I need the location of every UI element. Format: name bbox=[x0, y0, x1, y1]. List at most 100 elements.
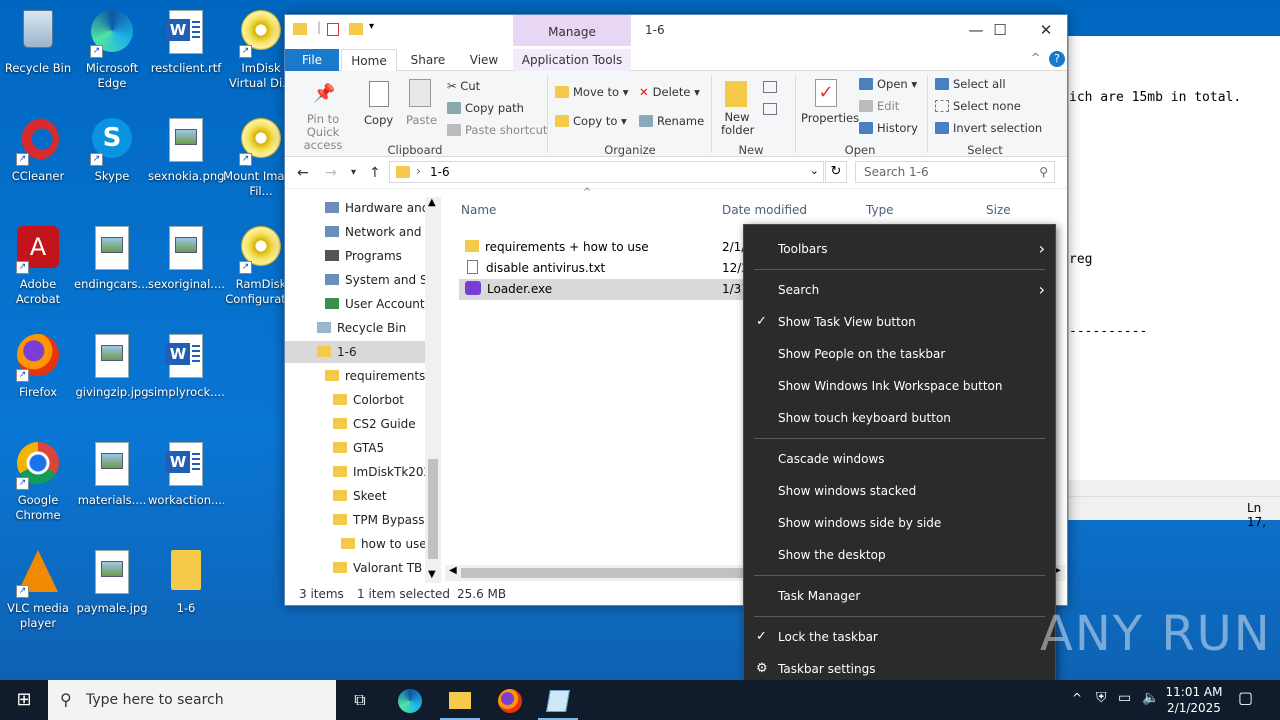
desktop-icon-materials[interactable]: materials.... bbox=[74, 436, 150, 508]
menu-item-show-windows-stacked[interactable]: Show windows stacked bbox=[744, 476, 1055, 506]
desktop-icon-ccleaner[interactable]: ↗ CCleaner bbox=[0, 112, 76, 184]
scroll-down-icon[interactable]: ▼ bbox=[428, 569, 436, 580]
invert-selection-button[interactable]: Invert selection bbox=[935, 121, 1042, 135]
collapse-ribbon-icon[interactable]: ^ bbox=[1031, 51, 1040, 64]
nav-scrollbar[interactable]: ▲ ▼ bbox=[425, 197, 441, 583]
breadcrumb[interactable]: 1-6 bbox=[430, 165, 450, 179]
paste-shortcut-button[interactable]: Paste shortcut bbox=[447, 123, 547, 137]
desktop-icon-sexnokia[interactable]: sexnokia.png bbox=[148, 112, 224, 184]
menu-item-search[interactable]: Search › bbox=[744, 275, 1055, 305]
cut-button[interactable]: ✂ Cut bbox=[447, 79, 480, 93]
new-folder-qat-icon[interactable] bbox=[349, 23, 363, 35]
desktop-icon-folder-1-6[interactable]: 1-6 bbox=[148, 544, 224, 616]
start-button[interactable]: ⊞ bbox=[0, 680, 48, 720]
tab-share[interactable]: Share bbox=[403, 49, 453, 71]
desktop-icon-sexoriginal[interactable]: sexoriginal.... bbox=[148, 220, 224, 292]
address-dropdown-icon[interactable]: ⌄ bbox=[810, 164, 819, 177]
properties-button[interactable]: Properties bbox=[801, 111, 859, 125]
nav-item-valorant-tb[interactable]: Valorant TB bbox=[333, 557, 422, 579]
nav-item-system[interactable]: System and Se bbox=[325, 269, 435, 291]
menu-item-show-people[interactable]: Show People on the taskbar bbox=[744, 339, 1055, 369]
delete-button[interactable]: ✕ Delete ▾ bbox=[639, 85, 700, 99]
taskbar-search-box[interactable]: ⚲ Type here to search bbox=[48, 680, 336, 720]
desktop-icon-edge[interactable]: ↗ Microsoft Edge bbox=[74, 4, 150, 91]
address-bar[interactable]: › 1-6 ⌄ bbox=[389, 161, 824, 183]
nav-item-requirements[interactable]: requirements + bbox=[325, 365, 439, 387]
title-bar[interactable]: | ▾ Manage 1-6 — ☐ ✕ bbox=[285, 15, 1067, 49]
desktop-icon-firefox[interactable]: ↗ Firefox bbox=[0, 328, 76, 400]
show-hidden-icons-button[interactable]: ^ bbox=[1072, 691, 1082, 705]
tab-file[interactable]: File bbox=[285, 49, 339, 71]
manage-context-tab[interactable]: Manage bbox=[513, 15, 631, 46]
easy-access-icon[interactable] bbox=[763, 103, 777, 115]
copy-to-button[interactable]: Copy to ▾ bbox=[555, 114, 627, 128]
forward-button[interactable]: → bbox=[325, 165, 337, 181]
select-none-button[interactable]: Select none bbox=[935, 99, 1021, 113]
nav-item-hardware[interactable]: Hardware and bbox=[325, 197, 429, 219]
taskbar[interactable]: ⊞ ⚲ Type here to search ⧉ ^ ⛨ ▭ 🔈 11:01 … bbox=[0, 680, 1280, 720]
desktop-icon-endingcars[interactable]: endingcars.... bbox=[74, 220, 150, 292]
refresh-button[interactable]: ↻ bbox=[825, 161, 847, 183]
move-to-button[interactable]: Move to ▾ bbox=[555, 85, 628, 99]
column-name[interactable]: Name bbox=[461, 203, 496, 217]
hscroll-thumb[interactable] bbox=[461, 568, 761, 578]
search-input[interactable]: Search 1-6 ⚲ bbox=[855, 161, 1055, 183]
taskbar-edge-button[interactable] bbox=[390, 680, 430, 720]
new-folder-button[interactable]: New folder bbox=[721, 111, 754, 137]
defender-icon[interactable]: ⛨ bbox=[1096, 690, 1107, 706]
taskbar-firefox-button[interactable] bbox=[490, 680, 530, 720]
tab-view[interactable]: View bbox=[459, 49, 509, 71]
nav-item-how-to-use[interactable]: how to use bbox=[341, 533, 427, 555]
nav-item-programs[interactable]: Programs bbox=[325, 245, 402, 267]
desktop-icon-paymale[interactable]: paymale.jpg bbox=[74, 544, 150, 616]
desktop-icon-acrobat[interactable]: A ↗ Adobe Acrobat bbox=[0, 220, 76, 307]
desktop-icon-restclient[interactable]: W restclient.rtf bbox=[148, 4, 224, 76]
notepad-hscroll[interactable] bbox=[1069, 480, 1280, 496]
history-button[interactable]: History bbox=[859, 121, 918, 135]
desktop-icon-workaction[interactable]: W workaction.... bbox=[148, 436, 224, 508]
qat-dropdown-icon[interactable]: ▾ bbox=[369, 21, 374, 32]
tab-home[interactable]: Home bbox=[341, 49, 397, 72]
scroll-up-icon[interactable]: ▲ bbox=[428, 197, 436, 208]
nav-item-cs2-guide[interactable]: CS2 Guide bbox=[333, 413, 416, 435]
menu-item-toolbars[interactable]: Toolbars › bbox=[744, 234, 1055, 264]
column-size[interactable]: Size bbox=[986, 203, 1011, 217]
volume-icon[interactable]: 🔈 bbox=[1142, 690, 1159, 706]
menu-item-cascade-windows[interactable]: Cascade windows bbox=[744, 444, 1055, 474]
scroll-thumb[interactable] bbox=[428, 459, 438, 559]
properties-qat-icon[interactable] bbox=[327, 23, 339, 36]
maximize-button[interactable]: ☐ bbox=[977, 15, 1023, 45]
scroll-left-icon[interactable]: ◀ bbox=[449, 565, 457, 576]
taskbar-notepad-button[interactable] bbox=[538, 680, 578, 720]
select-all-button[interactable]: Select all bbox=[935, 77, 1006, 91]
desktop-icon-givingzip[interactable]: givingzip.jpg bbox=[74, 328, 150, 400]
pin-to-quick-access-button[interactable]: Pin to Quick access bbox=[291, 113, 355, 152]
close-button[interactable]: ✕ bbox=[1023, 15, 1069, 45]
recent-locations-dropdown[interactable]: ▾ bbox=[351, 167, 356, 178]
menu-item-show-touch-keyboard[interactable]: Show touch keyboard button bbox=[744, 403, 1055, 433]
rename-button[interactable]: Rename bbox=[639, 114, 704, 128]
back-button[interactable]: ← bbox=[297, 165, 309, 181]
menu-item-show-desktop[interactable]: Show the desktop bbox=[744, 540, 1055, 570]
nav-item-recycle-bin[interactable]: Recycle Bin bbox=[317, 317, 406, 339]
copy-button[interactable]: Copy bbox=[364, 113, 393, 127]
network-icon[interactable]: ▭ bbox=[1118, 690, 1131, 706]
column-type[interactable]: Type bbox=[866, 203, 894, 217]
nav-item-colorbot[interactable]: Colorbot bbox=[333, 389, 404, 411]
clock[interactable]: 11:01 AM 2/1/2025 bbox=[1164, 684, 1224, 716]
menu-item-show-windows-side-by-side[interactable]: Show windows side by side bbox=[744, 508, 1055, 538]
desktop-icon-chrome[interactable]: ↗ Google Chrome bbox=[0, 436, 76, 523]
column-date-modified[interactable]: Date modified bbox=[722, 203, 807, 217]
edit-button[interactable]: Edit bbox=[859, 99, 899, 113]
copy-path-button[interactable]: Copy path bbox=[447, 101, 524, 115]
nav-item-1-6[interactable]: 1-6 bbox=[285, 341, 425, 363]
up-button[interactable]: ↑ bbox=[369, 165, 381, 181]
desktop-icon-vlc[interactable]: ↗ VLC media player bbox=[0, 544, 76, 631]
tab-application-tools[interactable]: Application Tools bbox=[513, 49, 631, 71]
menu-item-show-task-view[interactable]: ✓ Show Task View button bbox=[744, 307, 1055, 337]
help-icon[interactable]: ? bbox=[1049, 51, 1065, 67]
taskbar-explorer-button[interactable] bbox=[440, 680, 480, 720]
nav-item-network[interactable]: Network and Ir bbox=[325, 221, 434, 243]
nav-item-imdisktk[interactable]: ImDiskTk2024 bbox=[333, 461, 439, 483]
desktop-icon-simplyrock[interactable]: W simplyrock.... bbox=[148, 328, 224, 400]
